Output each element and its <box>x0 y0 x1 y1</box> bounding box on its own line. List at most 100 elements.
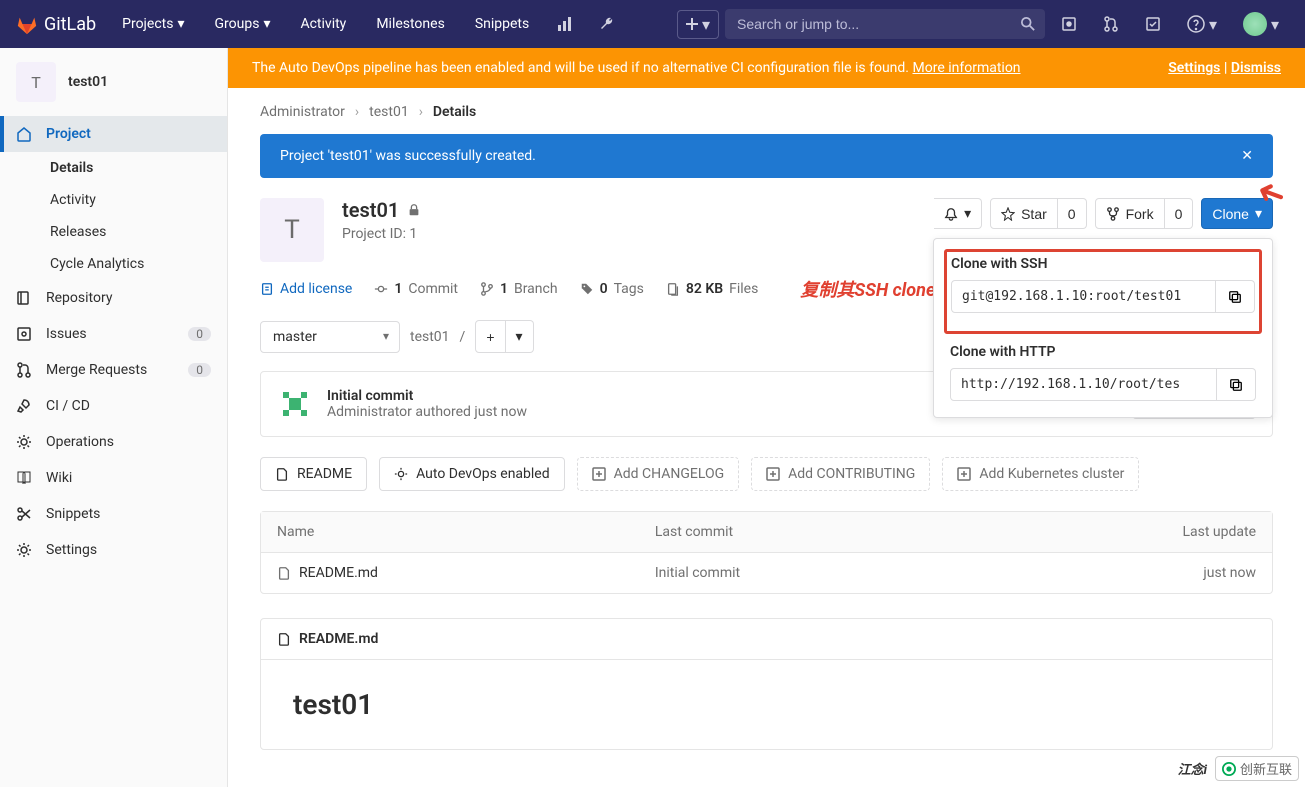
col-commit: Last commit <box>639 512 972 553</box>
sidebar-project-name: test01 <box>68 74 108 90</box>
col-name: Name <box>261 512 639 553</box>
copy-http-button[interactable] <box>1217 368 1256 401</box>
commit-author[interactable]: Administrator <box>327 404 412 420</box>
rocket-icon <box>16 398 32 414</box>
success-alert: Project 'test01' was successfully create… <box>260 134 1273 178</box>
avatar <box>1243 12 1267 36</box>
global-search <box>725 9 1045 39</box>
sidebar-project-header[interactable]: T test01 <box>0 48 227 116</box>
table-row[interactable]: README.md Initial commit just now <box>261 553 1272 593</box>
project-sidebar: T test01 Project Details Activity Releas… <box>0 48 228 787</box>
branch-icon <box>480 282 494 296</box>
add-file-button[interactable]: + <box>475 320 505 353</box>
star-button[interactable]: Star <box>990 198 1058 229</box>
sidebar-sub-releases[interactable]: Releases <box>0 216 227 248</box>
top-navbar: GitLab Projects ▾ Groups ▾ Activity Mile… <box>0 0 1305 48</box>
nav-groups[interactable]: Groups ▾ <box>203 8 283 40</box>
nav-snippets[interactable]: Snippets <box>463 8 541 40</box>
branches-stat[interactable]: 1 Branch <box>480 276 558 302</box>
plus-box-icon <box>592 467 606 481</box>
nav-projects[interactable]: Projects ▾ <box>110 8 196 40</box>
path-segment[interactable]: test01 <box>410 329 450 345</box>
add-file-dropdown[interactable]: ▾ <box>506 320 534 353</box>
file-commit[interactable]: Initial commit <box>655 565 740 581</box>
notification-button[interactable]: ▾ <box>934 198 982 229</box>
sidebar-item-project[interactable]: Project <box>0 116 227 152</box>
copy-icon <box>1228 290 1242 304</box>
star-count[interactable]: 0 <box>1058 198 1087 229</box>
fork-count[interactable]: 0 <box>1165 198 1194 229</box>
readme-chip[interactable]: README <box>260 457 367 491</box>
clone-http-input[interactable] <box>950 368 1217 401</box>
add-contributing-chip[interactable]: Add CONTRIBUTING <box>751 457 930 491</box>
readme-preview: README.md test01 <box>260 618 1273 750</box>
clone-dropdown: Clone with SSH Clone with HTTP <box>933 238 1273 418</box>
sidebar-item-cicd[interactable]: CI / CD <box>0 388 227 424</box>
alert-close-button[interactable]: ✕ <box>1241 148 1253 164</box>
add-changelog-chip[interactable]: Add CHANGELOG <box>577 457 740 491</box>
sidebar-sub-cycle[interactable]: Cycle Analytics <box>0 248 227 280</box>
gear-icon <box>16 434 32 450</box>
search-input[interactable] <box>725 9 1045 39</box>
chart-icon[interactable] <box>547 16 583 32</box>
autodevops-chip[interactable]: Auto DevOps enabled <box>379 457 565 491</box>
banner-dismiss-link[interactable]: Dismiss <box>1231 60 1281 76</box>
commit-icon <box>374 282 388 296</box>
gear-icon <box>16 542 32 558</box>
sidebar-item-merge[interactable]: Merge Requests0 <box>0 352 227 388</box>
clone-ssh-title: Clone with SSH <box>951 256 1255 272</box>
crumb-project[interactable]: test01 <box>369 104 409 120</box>
todos-icon[interactable] <box>1135 16 1171 32</box>
banner-text: The Auto DevOps pipeline has been enable… <box>252 60 1021 76</box>
autodevops-banner: The Auto DevOps pipeline has been enable… <box>228 48 1305 88</box>
identicon-avatar <box>277 386 313 422</box>
clone-ssh-input[interactable] <box>951 280 1216 313</box>
sidebar-item-snippets[interactable]: Snippets <box>0 496 227 532</box>
copy-ssh-button[interactable] <box>1216 280 1255 313</box>
add-k8s-chip[interactable]: Add Kubernetes cluster <box>942 457 1139 491</box>
copy-icon <box>1229 378 1243 392</box>
fork-icon <box>1106 207 1120 221</box>
banner-settings-link[interactable]: Settings <box>1168 60 1220 76</box>
sidebar-item-repository[interactable]: Repository <box>0 280 227 316</box>
repo-icon <box>16 290 32 306</box>
sidebar-item-settings[interactable]: Settings <box>0 532 227 568</box>
nav-activity[interactable]: Activity <box>288 8 358 40</box>
fork-button[interactable]: Fork <box>1095 198 1165 229</box>
license-icon <box>260 282 274 296</box>
tags-stat[interactable]: 0 Tags <box>580 276 644 302</box>
merge-icon <box>16 362 32 378</box>
crumb-current: Details <box>433 104 476 120</box>
book-icon <box>16 470 32 486</box>
file-name[interactable]: README.md <box>299 565 378 581</box>
alert-text: Project 'test01' was successfully create… <box>280 148 536 164</box>
new-menu[interactable]: ▾ <box>677 10 719 39</box>
branch-selector[interactable]: master <box>260 321 400 353</box>
issues-icon[interactable] <box>1051 16 1087 32</box>
wrench-icon[interactable] <box>589 16 625 32</box>
merge-requests-icon[interactable] <box>1093 16 1129 32</box>
readme-filename: README.md <box>299 631 378 647</box>
nav-milestones[interactable]: Milestones <box>364 8 457 40</box>
issues-icon <box>16 326 32 342</box>
gitlab-logo[interactable]: GitLab <box>16 13 96 35</box>
add-license-link[interactable]: Add license <box>260 276 352 302</box>
gear-icon <box>394 467 408 481</box>
sidebar-item-wiki[interactable]: Wiki <box>0 460 227 496</box>
chevron-down-icon: ▾ <box>177 16 184 32</box>
sidebar-item-issues[interactable]: Issues0 <box>0 316 227 352</box>
sidebar-item-operations[interactable]: Operations <box>0 424 227 460</box>
banner-more-link[interactable]: More information <box>913 60 1021 76</box>
chevron-down-icon: ▾ <box>263 16 270 32</box>
crumb-admin[interactable]: Administrator <box>260 104 345 120</box>
search-icon[interactable] <box>1021 16 1035 32</box>
help-menu[interactable]: ▾ <box>1177 15 1227 34</box>
main-area: The Auto DevOps pipeline has been enable… <box>228 48 1305 787</box>
user-menu[interactable]: ▾ <box>1233 12 1289 36</box>
doc-icon <box>277 632 291 646</box>
commit-title[interactable]: Initial commit <box>327 388 527 404</box>
sidebar-sub-details[interactable]: Details <box>0 152 227 184</box>
files-stat[interactable]: 82 KB Files <box>666 276 758 302</box>
commits-stat[interactable]: 1 Commit <box>374 276 458 302</box>
sidebar-sub-activity[interactable]: Activity <box>0 184 227 216</box>
